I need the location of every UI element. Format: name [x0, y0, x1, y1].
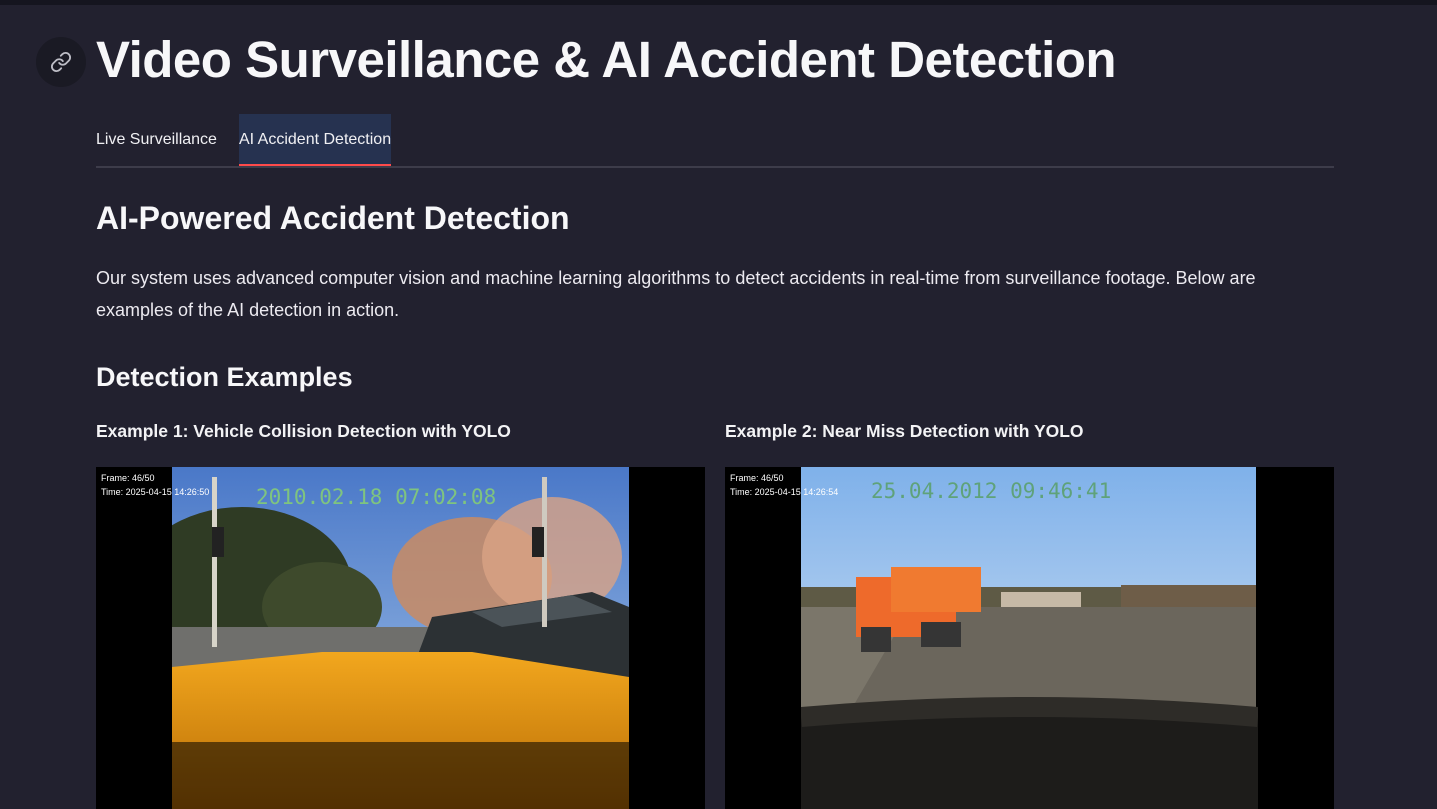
collision-scene-image — [172, 467, 629, 809]
tab-divider — [96, 166, 1334, 168]
near-miss-scene-image — [801, 467, 1258, 809]
example-1-video[interactable]: Frame: 46/50 Time: 2025-04-15 14:26:50 2… — [96, 467, 705, 809]
frame-time: Time: 2025-04-15 14:26:54 — [730, 487, 839, 497]
section-heading: AI-Powered Accident Detection — [96, 200, 570, 236]
tab-label: Live Surveillance — [96, 131, 217, 148]
examples-heading: Detection Examples — [96, 362, 353, 392]
tab-live-surveillance[interactable]: Live Surveillance — [96, 114, 217, 166]
frame-counter: Frame: 46/50 — [101, 473, 155, 483]
frame-counter: Frame: 46/50 — [730, 473, 784, 483]
video-timestamp: 2010.02.18 07:02:08 — [256, 485, 497, 509]
frame-time: Time: 2025-04-15 14:26:50 — [101, 487, 210, 497]
link-icon[interactable] — [36, 37, 86, 87]
example-2-video[interactable]: Frame: 46/50 Time: 2025-04-15 14:26:54 2… — [725, 467, 1334, 809]
page-title: Video Surveillance & AI Accident Detecti… — [96, 31, 1117, 88]
tab-bar: Live Surveillance AI Accident Detection — [96, 114, 1334, 168]
tab-ai-accident-detection[interactable]: AI Accident Detection — [239, 114, 392, 167]
tab-label: AI Accident Detection — [239, 131, 392, 148]
top-bar — [0, 0, 1437, 5]
example-1-label: Example 1: Vehicle Collision Detection w… — [96, 421, 511, 441]
description-text: Our system uses advanced computer vision… — [96, 268, 1256, 320]
example-2-label: Example 2: Near Miss Detection with YOLO — [725, 421, 1084, 441]
video-timestamp: 25.04.2012 09:46:41 — [871, 479, 1112, 503]
